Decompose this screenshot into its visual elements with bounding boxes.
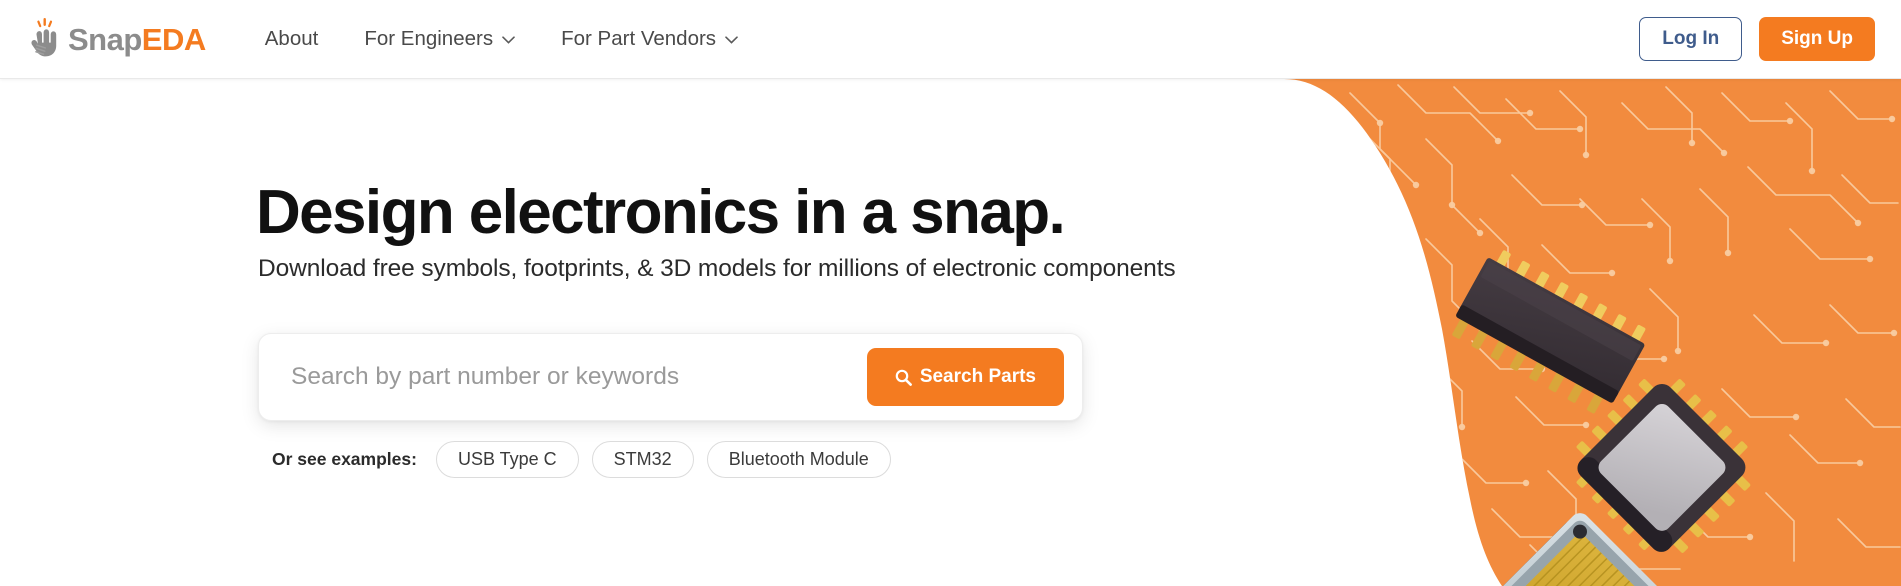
search-icon — [895, 369, 912, 386]
nav-item-for-engineers[interactable]: For Engineers — [341, 17, 538, 61]
nav-item-for-engineers-label: For Engineers — [364, 27, 494, 50]
chevron-down-icon — [725, 36, 738, 44]
nav-item-about[interactable]: About — [242, 17, 342, 61]
snapeda-homepage: SnapEDA About For Engineers For Part Ven… — [0, 0, 1901, 586]
snap-hand-logo-icon — [24, 17, 66, 61]
nav-item-about-label: About — [264, 27, 319, 50]
signup-button[interactable]: Sign Up — [1759, 17, 1875, 61]
example-chip-stm32[interactable]: STM32 — [591, 441, 694, 478]
top-navbar: SnapEDA About For Engineers For Part Ven… — [0, 0, 1901, 79]
page-title: Design electronics in a snap. — [256, 178, 1066, 247]
search-parts-button-label: Search Parts — [919, 366, 1036, 387]
examples-label: Or see examples: — [272, 449, 417, 469]
brand-logo[interactable]: SnapEDA — [24, 15, 206, 63]
nav-item-for-part-vendors-label: For Part Vendors — [561, 27, 717, 50]
example-chip-usb-type-c[interactable]: USB Type C — [435, 441, 579, 478]
brand-name-snap: Snap — [68, 21, 142, 57]
search-bar: Search Parts — [258, 333, 1083, 421]
search-input[interactable] — [259, 346, 867, 408]
brand-name-eda: EDA — [141, 21, 206, 57]
chevron-down-icon — [502, 36, 515, 44]
page-subtitle: Download free symbols, footprints, & 3D … — [258, 255, 1176, 282]
example-searches: Or see examples: USB Type C STM32 Blueto… — [272, 441, 891, 478]
nav-auth-actions: Log In Sign Up — [1639, 17, 1875, 61]
example-chip-bluetooth-module[interactable]: Bluetooth Module — [706, 441, 891, 478]
search-parts-button[interactable]: Search Parts — [866, 348, 1064, 406]
hero-section: Design electronics in a snap. Download f… — [0, 79, 1260, 586]
primary-nav: About For Engineers For Part Vendors — [242, 17, 761, 61]
login-button[interactable]: Log In — [1639, 17, 1743, 61]
nav-item-for-part-vendors[interactable]: For Part Vendors — [538, 17, 761, 61]
brand-wordmark: SnapEDA — [68, 24, 206, 55]
hero-artwork — [1230, 79, 1901, 586]
